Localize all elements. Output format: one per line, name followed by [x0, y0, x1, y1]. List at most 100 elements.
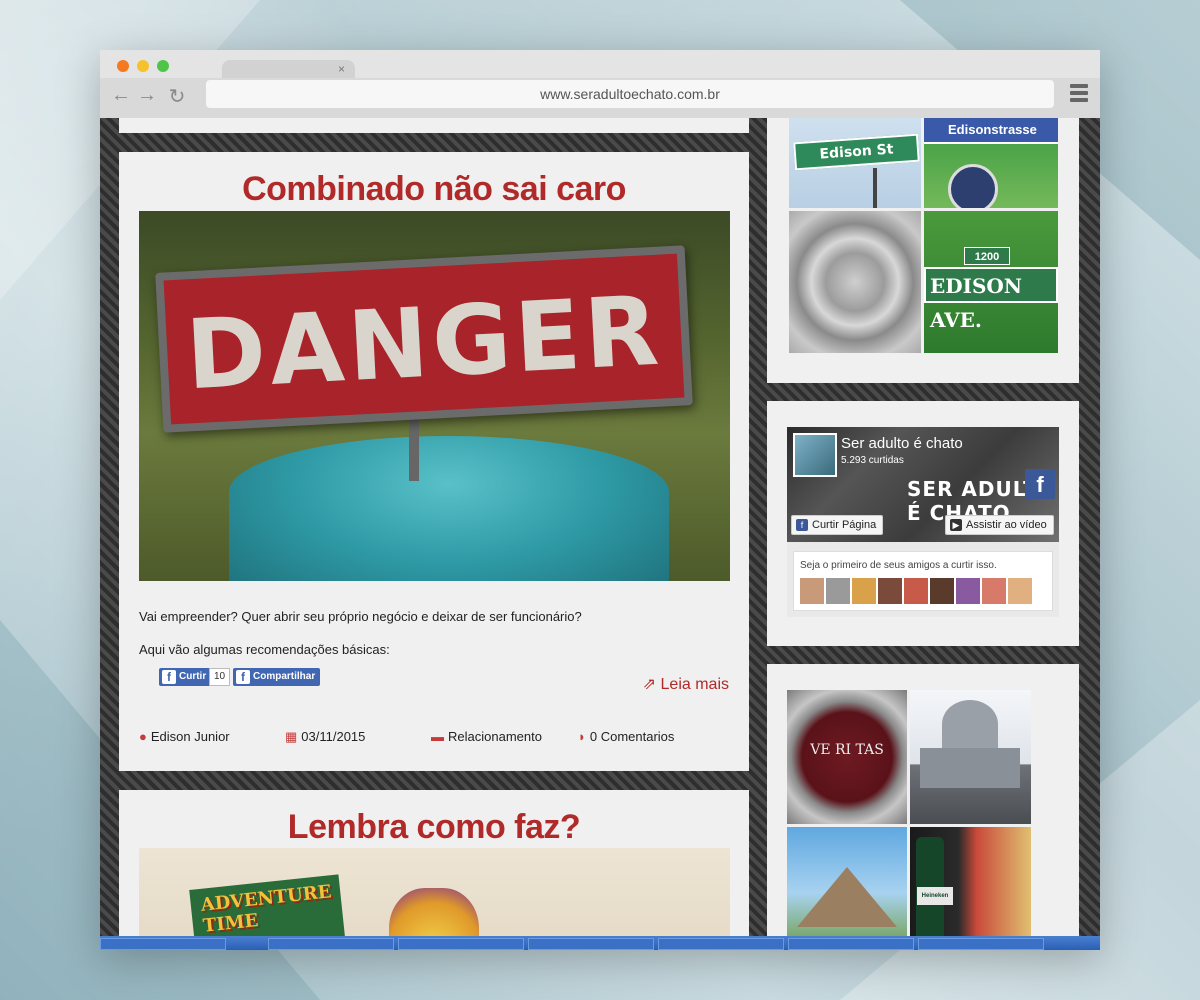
hamburger-menu-icon[interactable] — [1070, 84, 1088, 105]
beer-photo[interactable]: Heineken — [910, 827, 1031, 937]
post-author[interactable]: ● Edison Junior — [139, 729, 230, 744]
category-text: Relacionamento — [448, 729, 542, 744]
browser-window: × ← → ↻ www.seradultoechato.com.br Combi… — [100, 50, 1100, 950]
page-likes: 5.293 curtidas — [841, 455, 904, 466]
tab-close-icon[interactable]: × — [338, 62, 345, 76]
taskbar-item[interactable] — [788, 938, 914, 950]
beer-label: Heineken — [917, 887, 953, 905]
title-bar: × — [100, 50, 1100, 82]
edison-photo-widget: Edison St Edisonstrasse 1200 EDISON AVE. — [767, 118, 1079, 383]
post-category[interactable]: ▬ Relacionamento — [431, 729, 542, 744]
round-sign — [948, 164, 998, 208]
friend-avatar[interactable] — [878, 578, 902, 604]
danger-sign: DANGER — [155, 245, 693, 433]
taskbar-item[interactable] — [528, 938, 654, 950]
facebook-like-button[interactable]: f Curtir — [159, 668, 212, 686]
danger-sign-text: DANGER — [183, 274, 666, 412]
edison-st-sign: Edison St — [793, 133, 920, 171]
read-more-link[interactable]: ⇗ Leia mais — [643, 674, 729, 694]
friend-avatar[interactable] — [826, 578, 850, 604]
friend-avatar[interactable] — [904, 578, 928, 604]
back-arrow-icon[interactable]: ← — [110, 84, 132, 107]
manhole-photo[interactable] — [789, 211, 921, 353]
author-name: Edison Junior — [150, 729, 230, 744]
like-page-label: Curtir Página — [812, 519, 877, 531]
taskbar-item[interactable] — [918, 938, 1044, 950]
user-icon: ● — [139, 729, 147, 744]
comments-text: 0 Comentarios — [589, 729, 675, 744]
friend-avatar[interactable] — [800, 578, 824, 604]
pyramid-shape — [797, 867, 897, 927]
edison-ave-sign: EDISON AVE. — [924, 267, 1058, 332]
friends-box: Seja o primeiro de seus amigos a curtir … — [793, 551, 1053, 611]
facebook-share-button[interactable]: f Compartilhar — [233, 668, 321, 686]
edison-ave-photo[interactable]: 1200 EDISON AVE. — [924, 211, 1058, 353]
share-label: Compartilhar — [253, 671, 316, 682]
buoy-shape — [229, 436, 669, 581]
edisonstrasse-sign: Edisonstrasse — [924, 118, 1058, 144]
veritas-photo[interactable]: VE RI TAS — [787, 690, 907, 824]
capitol-dome — [942, 700, 998, 748]
taskbar-item[interactable] — [100, 938, 226, 950]
like-label: Curtir — [179, 671, 207, 682]
read-more-label: Leia mais — [660, 676, 729, 693]
page-name[interactable]: Ser adulto é chato — [841, 435, 963, 452]
pyramid-photo[interactable] — [787, 827, 907, 937]
taskbar-item[interactable] — [268, 938, 394, 950]
facebook-icon: f — [162, 670, 176, 684]
edison-st-photo[interactable]: Edison St — [789, 118, 921, 208]
folder-icon: ▬ — [431, 729, 444, 744]
taskbar — [100, 936, 1100, 950]
friends-text: Seja o primeiro de seus amigos a curtir … — [800, 560, 997, 571]
photo-gallery-widget: VE RI TAS Heineken — [767, 664, 1079, 950]
post-card: Combinado não sai caro DANGER Vai empree… — [119, 152, 749, 771]
maximize-window-button[interactable] — [157, 60, 169, 72]
friend-avatar[interactable] — [982, 578, 1006, 604]
beer-bottle: Heineken — [916, 837, 953, 937]
friend-avatar[interactable] — [1008, 578, 1032, 604]
taskbar-item[interactable] — [658, 938, 784, 950]
friend-avatar[interactable] — [956, 578, 980, 604]
reload-icon[interactable]: ↻ — [166, 84, 188, 109]
post-title[interactable]: Combinado não sai caro — [119, 170, 749, 209]
edisonstrasse-photo[interactable]: Edisonstrasse — [924, 118, 1058, 208]
navigation-bar: ← → ↻ www.seradultoechato.com.br — [100, 78, 1100, 118]
post-hero-image[interactable]: DANGER — [139, 211, 730, 581]
post-comments[interactable]: ◗ 0 Comentarios — [578, 729, 674, 744]
external-link-icon: ⇗ — [642, 676, 657, 693]
previous-post-card — [119, 118, 749, 133]
post-excerpt-line: Vai empreender? Quer abrir seu próprio n… — [139, 609, 582, 624]
watch-video-button[interactable]: ▶ Assistir ao vídeo — [945, 515, 1054, 535]
facebook-cover[interactable]: Ser adulto é chato 5.293 curtidas SER AD… — [787, 427, 1059, 542]
sign-pole — [873, 168, 877, 208]
facebook-icon: f — [796, 519, 808, 531]
post-date: ▦ 03/11/2015 — [285, 729, 365, 745]
play-icon: ▶ — [950, 519, 962, 531]
forward-arrow-icon[interactable]: → — [136, 84, 158, 107]
post-excerpt-line: Aqui vão algumas recomendações básicas: — [139, 642, 390, 657]
page-viewport[interactable]: Combinado não sai caro DANGER Vai empree… — [100, 118, 1100, 950]
sign-post — [409, 411, 419, 481]
close-window-button[interactable] — [117, 60, 129, 72]
like-page-button[interactable]: f Curtir Página — [791, 515, 884, 535]
veritas-text: VE RI TAS — [810, 742, 884, 758]
capitol-photo[interactable] — [910, 690, 1031, 824]
friend-avatar[interactable] — [930, 578, 954, 604]
post-title[interactable]: Lembra como faz? — [119, 808, 749, 847]
page-avatar[interactable] — [793, 433, 837, 477]
friend-avatar[interactable] — [852, 578, 876, 604]
taskbar-item[interactable] — [398, 938, 524, 950]
facebook-icon: f — [236, 670, 250, 684]
watch-video-label: Assistir ao vídeo — [966, 519, 1047, 531]
minimize-window-button[interactable] — [137, 60, 149, 72]
facebook-widget-container: Ser adulto é chato 5.293 curtidas SER AD… — [767, 401, 1079, 646]
calendar-icon: ▦ — [285, 729, 298, 744]
like-count: 10 — [209, 668, 231, 686]
post-hero-image[interactable]: ADVENTURE TIME — [139, 848, 730, 950]
facebook-icon: f — [1025, 469, 1055, 499]
ave-number-sign: 1200 — [964, 247, 1010, 265]
adventure-time-text: ADVENTURE TIME — [199, 881, 333, 937]
comment-icon: ◗ — [578, 729, 586, 744]
address-bar[interactable]: www.seradultoechato.com.br — [206, 80, 1054, 108]
facebook-page-widget: Ser adulto é chato 5.293 curtidas SER AD… — [787, 427, 1059, 617]
